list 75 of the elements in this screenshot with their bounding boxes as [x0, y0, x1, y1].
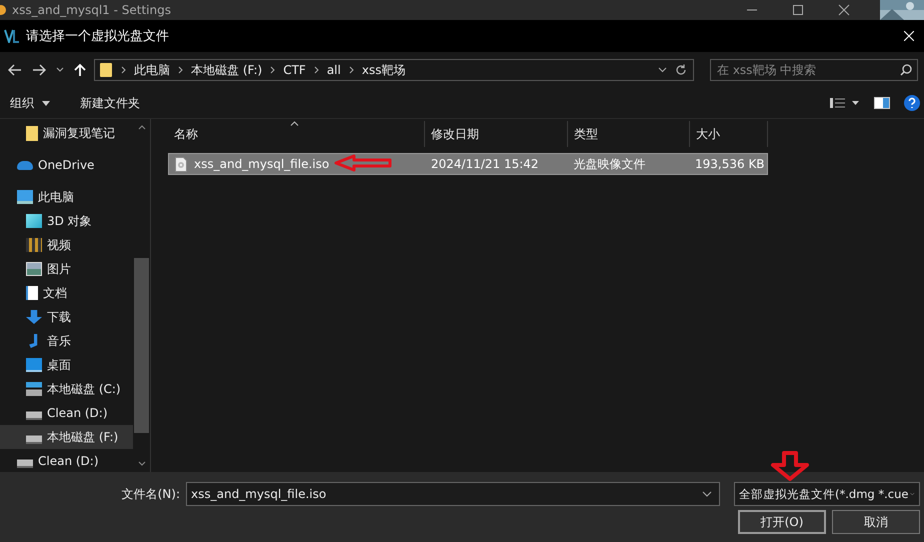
- back-icon[interactable]: [8, 64, 22, 76]
- dropdown-icon: [910, 491, 915, 497]
- app-logo-icon: [4, 29, 20, 43]
- caret-icon: [42, 100, 50, 106]
- filename-label: 文件名(N):: [122, 486, 180, 502]
- sidebar-item[interactable]: 此电脑: [0, 185, 133, 209]
- forward-icon[interactable]: [32, 64, 46, 76]
- file-row[interactable]: xss_and_mysql_file.iso 2024/11/21 15:42 光盘映像文件 193,536 KB: [168, 153, 768, 175]
- sidebar-item[interactable]: 视频: [0, 233, 133, 257]
- up-icon[interactable]: [74, 63, 86, 77]
- search-icon: [900, 64, 912, 76]
- sidebar-item[interactable]: 音乐: [0, 329, 133, 353]
- chevron-icon: [348, 66, 354, 74]
- sidebar-item[interactable]: 桌面: [0, 353, 133, 377]
- column-header[interactable]: 类型: [568, 121, 690, 147]
- open-button[interactable]: 打开(O): [738, 510, 826, 534]
- cube-icon: [26, 214, 42, 228]
- breadcrumb[interactable]: xss靶场: [362, 62, 406, 78]
- sidebar-item[interactable]: 本地磁盘 (F:): [0, 425, 133, 449]
- system-drive-icon: [26, 382, 42, 396]
- sidebar-item[interactable]: 下载: [0, 305, 133, 329]
- column-header[interactable]: 大小: [690, 121, 768, 147]
- scroll-up-icon[interactable]: [138, 125, 146, 130]
- file-type-dropdown[interactable]: 全部虚拟光盘文件(*.dmg *.cue: [734, 482, 920, 506]
- arrow-annotation: [770, 451, 810, 481]
- organize-menu[interactable]: 组织: [2, 92, 58, 114]
- sidebar-item[interactable]: 3D 对象: [0, 209, 133, 233]
- column-header[interactable]: 修改日期: [425, 121, 568, 147]
- help-icon[interactable]: [904, 95, 920, 111]
- arrow-annotation: [334, 154, 394, 172]
- folder-icon: [99, 62, 113, 78]
- address-bar[interactable]: 此电脑 本地磁盘 (F:) CTF all xss靶场: [94, 59, 694, 81]
- video-icon: [26, 238, 42, 252]
- breadcrumb[interactable]: all: [326, 63, 341, 77]
- sidebar-item[interactable]: OneDrive: [0, 153, 133, 177]
- view-options-icon[interactable]: [830, 98, 860, 108]
- chevron-icon: [314, 66, 319, 74]
- column-header[interactable]: 名称: [168, 121, 425, 147]
- cancel-button[interactable]: 取消: [832, 510, 920, 534]
- disc-file-icon: [175, 156, 187, 172]
- sidebar-item[interactable]: 本地磁盘 (C:): [0, 377, 133, 401]
- table-cell: xss_and_mysql_file.iso: [194, 157, 330, 171]
- scroll-down-icon[interactable]: [138, 461, 146, 466]
- table-cell: 2024/11/21 15:42: [431, 157, 539, 171]
- sidebar-item[interactable]: Clean (D:): [0, 401, 133, 425]
- chevron-icon: [178, 66, 183, 74]
- filename-field[interactable]: xss_and_mysql_file.iso: [186, 482, 720, 506]
- sidebar-item[interactable]: Clean (D:): [0, 449, 133, 472]
- computer-icon: [17, 190, 33, 204]
- close-icon[interactable]: [838, 4, 850, 16]
- recent-dropdown-icon[interactable]: [56, 67, 64, 73]
- sidebar-item[interactable]: 漏洞复现笔记: [0, 121, 133, 145]
- new-folder-button[interactable]: 新建文件夹: [72, 92, 148, 114]
- dropdown-icon[interactable]: [658, 67, 667, 73]
- chevron-icon: [270, 66, 276, 74]
- maximize-icon[interactable]: [792, 4, 804, 16]
- search-field[interactable]: 在 xss靶场 中搜索: [710, 59, 918, 81]
- table-cell-text: 193,536 KB: [695, 157, 766, 171]
- preview-pane-icon[interactable]: [874, 97, 890, 109]
- dropdown-icon[interactable]: [702, 491, 712, 497]
- chevron-icon: [121, 66, 126, 74]
- desktop-icon: [26, 358, 42, 372]
- sidebar-item[interactable]: 文档: [0, 281, 133, 305]
- refresh-icon[interactable]: [675, 64, 687, 76]
- table-cell: 光盘映像文件: [573, 156, 646, 172]
- window-title: xss_and_mysql1 - Settings: [12, 3, 171, 17]
- breadcrumb[interactable]: 此电脑: [134, 62, 170, 78]
- breadcrumb[interactable]: 本地磁盘 (F:): [191, 62, 262, 78]
- document-icon: [26, 286, 38, 300]
- folder-icon: [26, 126, 38, 140]
- dialog-title: 请选择一个虚拟光盘文件: [26, 28, 169, 45]
- sidebar-item[interactable]: 图片: [0, 257, 133, 281]
- breadcrumb[interactable]: CTF: [283, 63, 306, 77]
- cloud-icon: [17, 160, 33, 170]
- image-icon: [26, 262, 42, 276]
